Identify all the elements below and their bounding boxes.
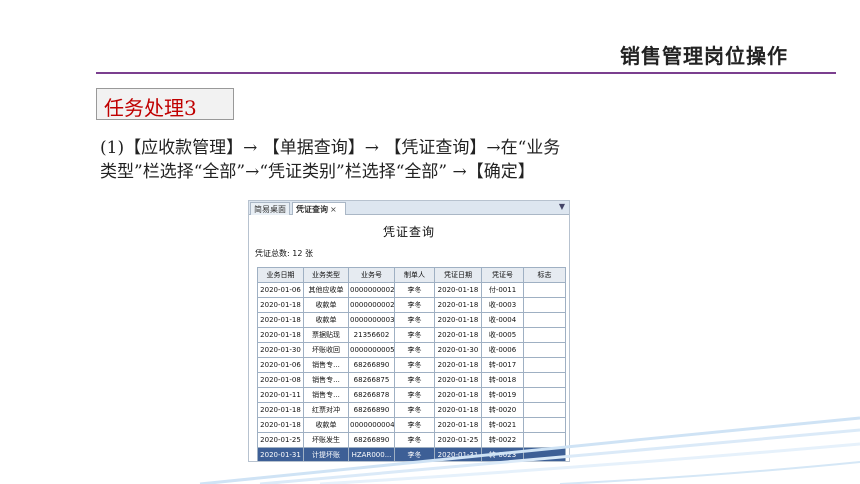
tab-simple-desktop[interactable]: 简易桌面 [250, 202, 290, 215]
page-title: 凭证查询 [382, 225, 435, 239]
instruction-line-2: 类型”栏选择“全部”→“凭证类别”栏选择“全部” →【确定】 [100, 162, 535, 182]
table-row[interactable]: 2020-01-06 销售专... 68266890 李冬 2020-01-18 转-00… [257, 357, 566, 373]
table-cell: 销售专... [303, 372, 349, 388]
table-cell: 0000000005 [348, 342, 395, 358]
table-cell: 收-0004 [481, 312, 524, 328]
table-cell: 销售专... [303, 357, 349, 373]
table-cell: 收-0005 [481, 327, 524, 343]
table-cell: 转-0018 [481, 372, 524, 388]
tab-voucher-query-label: 凭证查询 [296, 205, 328, 214]
table-cell: 0000000003 [348, 312, 395, 328]
tab-voucher-query[interactable]: 凭证查询 × [292, 202, 346, 215]
table-row[interactable]: 2020-01-18 收款单 0000000002 李冬 2020-01-18 收-000… [257, 297, 566, 313]
table-cell [523, 342, 566, 358]
table-cell: 2020-01-18 [434, 327, 482, 343]
table-row[interactable]: 2020-01-18 票据贴现 21356602 李冬 2020-01-18 收-0005 [257, 327, 566, 343]
table-cell: 李冬 [394, 342, 435, 358]
table-cell: 2020-01-06 [257, 357, 304, 373]
instruction-text: (1)【应收款管理】→ 【单据查询】→ 【凭证查询】→在“业务 类型”栏选择“全… [100, 136, 760, 184]
instruction-line-1: (1)【应收款管理】→ 【单据查询】→ 【凭证查询】→在“业务 [100, 138, 561, 158]
table-cell: 21356602 [348, 327, 395, 343]
table-row[interactable]: 2020-01-06 其他应收单 0000000002 李冬 2020-01-18 付-0… [257, 282, 566, 298]
table-cell [523, 357, 566, 373]
table-cell: 李冬 [394, 312, 435, 328]
table-cell: 其他应收单 [303, 282, 349, 298]
table-cell: 2020-01-18 [434, 297, 482, 313]
decorative-waves [199, 416, 860, 484]
table-cell [523, 312, 566, 328]
column-header[interactable]: 业务号 [348, 267, 395, 283]
table-cell: 2020-01-30 [434, 342, 482, 358]
table-cell: 68266875 [348, 372, 395, 388]
table-cell: 付-0011 [481, 282, 524, 298]
table-cell: 2020-01-18 [257, 327, 304, 343]
table-cell: 0000000002 [348, 282, 395, 298]
table-cell: 收款单 [303, 312, 349, 328]
table-cell: 0000000002 [348, 297, 395, 313]
table-row[interactable]: 2020-01-08 销售专... 68266875 李冬 2020-01-18 转-00… [257, 372, 566, 388]
voucher-total-count: 凭证总数: 12 张 [255, 249, 313, 258]
table-cell: 收-0003 [481, 297, 524, 313]
table-cell: 李冬 [394, 327, 435, 343]
table-cell: 2020-01-06 [257, 282, 304, 298]
table-cell: 李冬 [394, 282, 435, 298]
close-icon[interactable]: × [330, 205, 337, 214]
tab-menu-chevron-down-icon[interactable]: ▼ [559, 202, 565, 211]
table-cell: 2020-01-18 [434, 282, 482, 298]
table-cell: 李冬 [394, 297, 435, 313]
column-header[interactable]: 制单人 [394, 267, 435, 283]
column-header[interactable]: 凭证日期 [434, 267, 482, 283]
title-divider [96, 72, 836, 74]
table-cell: 坏账收回 [303, 342, 349, 358]
table-cell: 68266890 [348, 357, 395, 373]
table-cell: 2020-01-18 [434, 312, 482, 328]
table-cell: 2020-01-18 [434, 357, 482, 373]
table-row[interactable]: 2020-01-30 坏账收回 0000000005 李冬 2020-01-30 收-00… [257, 342, 566, 358]
tab-bar: 简易桌面 凭证查询 × ▼ [249, 201, 569, 215]
table-cell: 李冬 [394, 357, 435, 373]
column-header[interactable]: 业务类型 [303, 267, 349, 283]
table-cell [523, 282, 566, 298]
task-label: 任务处理3 [104, 96, 197, 120]
table-cell: 2020-01-08 [257, 372, 304, 388]
table-cell: 李冬 [394, 372, 435, 388]
table-cell: 收-0006 [481, 342, 524, 358]
table-cell [523, 327, 566, 343]
slide-title: 销售管理岗位操作 [620, 44, 788, 68]
table-cell: 收款单 [303, 297, 349, 313]
table-cell: 转-0017 [481, 357, 524, 373]
table-cell [523, 297, 566, 313]
table-cell: 2020-01-18 [257, 297, 304, 313]
table-cell: 票据贴现 [303, 327, 349, 343]
column-header[interactable]: 标志 [523, 267, 566, 283]
column-header[interactable]: 业务日期 [257, 267, 304, 283]
table-cell: 2020-01-18 [257, 312, 304, 328]
table-header-row: 业务日期 业务类型 业务号 制单人 凭证日期 凭证号 标志 [257, 267, 566, 283]
table-cell: 2020-01-30 [257, 342, 304, 358]
table-cell [523, 372, 566, 388]
column-header[interactable]: 凭证号 [481, 267, 524, 283]
table-row[interactable]: 2020-01-18 收款单 0000000003 李冬 2020-01-18 收-000… [257, 312, 566, 328]
table-cell: 2020-01-18 [434, 372, 482, 388]
